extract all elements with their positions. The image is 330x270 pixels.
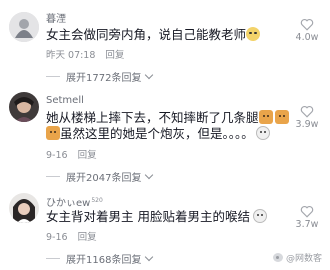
comment-time: 9-16 [46,232,68,243]
heart-icon [300,18,314,31]
comment-username[interactable]: 暮湮 [46,10,66,25]
comment-text-line: 虽然这里的她是个炮灰，但是。。。。 [60,126,254,141]
grinning-face-emoji [246,27,261,41]
chevron-down-icon [145,70,154,80]
comment-text: 女主会做同旁内角，说自己能教老师 [46,27,261,43]
dog-face-emoji [46,126,60,140]
dog-face-emoji [274,110,289,124]
watermark: @网数客 [272,251,322,264]
expand-divider [46,258,60,259]
expand-replies-button[interactable]: 展开1772条回复 [46,69,154,84]
comment-time: 昨天 07:18 [46,50,96,61]
expand-replies-button[interactable]: 展开2047条回复 [46,169,154,184]
chevron-down-icon [145,252,154,262]
like-count: 3.7w [295,219,319,230]
user-badge: 520 [91,196,103,204]
avatar[interactable] [9,92,39,122]
expand-replies-label: 展开1168条回复 [66,255,142,266]
comment-text-line: 女主背对着男主 用脸贴着男主的喉结 [46,209,250,224]
comment-text: 她从楼梯上摔下去，不知摔断了几条腿 [46,110,289,126]
comment-meta: 昨天 07:18 回复 [46,47,124,61]
comment-username[interactable]: Setmell [46,95,84,106]
like-count: 3.9w [295,119,319,130]
chevron-down-icon [145,170,154,180]
expand-replies-label: 展开2047条回复 [66,173,142,184]
like-button[interactable]: 3.9w [294,105,320,130]
reply-button[interactable]: 回复 [78,150,97,161]
heart-icon [300,105,314,118]
comment-text: 女主背对着男主 用脸贴着男主的喉结 [46,209,267,225]
cat-face-emoji [255,126,270,140]
comment-text-line: 女主会做同旁内角，说自己能教老师 [46,27,247,42]
comment-username[interactable]: ひかぃew520 [46,194,103,209]
avatar-image [9,193,39,223]
avatar[interactable] [9,12,39,42]
like-count: 4.0w [295,32,319,43]
expand-replies-button[interactable]: 展开1168条回复 [46,251,154,266]
reply-button[interactable]: 回复 [105,50,124,61]
cat-face-emoji [252,209,267,223]
watermark-text: @网数客 [285,254,322,264]
comment-text: 虽然这里的她是个炮灰，但是。。。。 [46,126,270,142]
heart-icon [300,205,314,218]
avatar[interactable] [9,193,39,223]
comment-time: 9-16 [46,150,68,161]
comment-meta: 9-16 回复 [46,147,97,161]
expand-replies-label: 展开1772条回复 [66,73,142,84]
reply-button[interactable]: 回复 [78,232,97,243]
weibo-icon [272,253,283,262]
expand-divider [46,176,60,177]
expand-divider [46,76,60,77]
comment-meta: 9-16 回复 [46,229,97,243]
like-button[interactable]: 3.7w [294,205,320,230]
avatar-image [9,12,39,42]
comment-username-text: ひかぃew [46,198,91,209]
like-button[interactable]: 4.0w [294,18,320,43]
avatar-image [9,92,39,122]
dog-face-emoji [258,110,273,124]
comment-text-line: 她从楼梯上摔下去，不知摔断了几条腿 [46,110,259,125]
